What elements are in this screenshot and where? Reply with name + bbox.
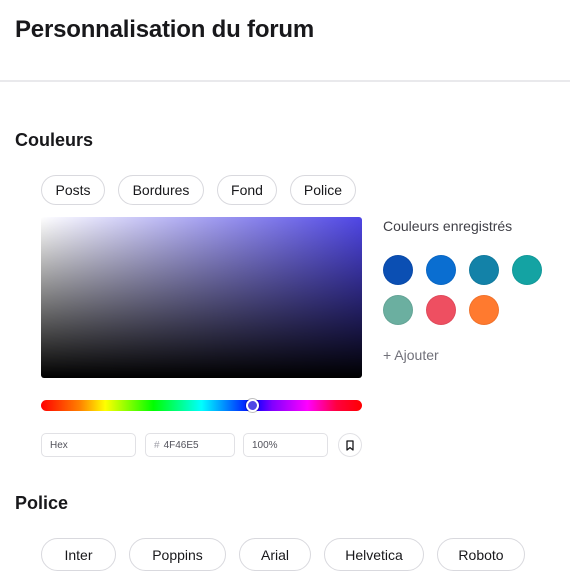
hex-format-label: Hex — [50, 439, 68, 451]
saved-colors-title: Couleurs enregistrés — [383, 218, 513, 234]
font-option-helvetica[interactable]: Helvetica — [324, 538, 424, 571]
hue-slider-handle[interactable] — [246, 399, 259, 412]
colors-section-title: Couleurs — [15, 130, 94, 150]
hash-symbol: # — [154, 439, 160, 451]
saved-color-swatch[interactable] — [426, 255, 456, 285]
header-divider — [0, 80, 570, 82]
hue-slider[interactable] — [41, 400, 362, 411]
tab-bordures[interactable]: Bordures — [118, 175, 204, 205]
saved-color-swatch[interactable] — [383, 295, 413, 325]
add-color-link[interactable]: + Ajouter — [383, 347, 439, 363]
hex-value-input[interactable]: # 4F46E5 — [145, 433, 235, 457]
font-option-roboto[interactable]: Roboto — [437, 538, 525, 571]
save-color-button[interactable] — [338, 433, 362, 457]
hex-value: 4F46E5 — [163, 439, 199, 451]
tab-posts[interactable]: Posts — [41, 175, 105, 205]
opacity-value: 100% — [252, 439, 278, 451]
tab-police[interactable]: Police — [290, 175, 356, 205]
color-saturation-area[interactable] — [41, 217, 362, 378]
fonts-section-title: Police — [15, 493, 69, 513]
saved-color-swatch[interactable] — [426, 295, 456, 325]
saved-color-swatch[interactable] — [512, 255, 542, 285]
font-option-poppins[interactable]: Poppins — [129, 538, 226, 571]
font-option-arial[interactable]: Arial — [239, 538, 311, 571]
saved-color-swatch[interactable] — [469, 295, 499, 325]
tab-fond[interactable]: Fond — [217, 175, 277, 205]
opacity-input[interactable]: 100% — [243, 433, 328, 457]
saved-color-swatch[interactable] — [383, 255, 413, 285]
font-option-inter[interactable]: Inter — [41, 538, 116, 571]
hex-format-field[interactable]: Hex — [41, 433, 136, 457]
bookmark-icon — [346, 439, 354, 451]
page-title: Personnalisation du forum — [15, 16, 315, 43]
saved-color-swatch[interactable] — [469, 255, 499, 285]
